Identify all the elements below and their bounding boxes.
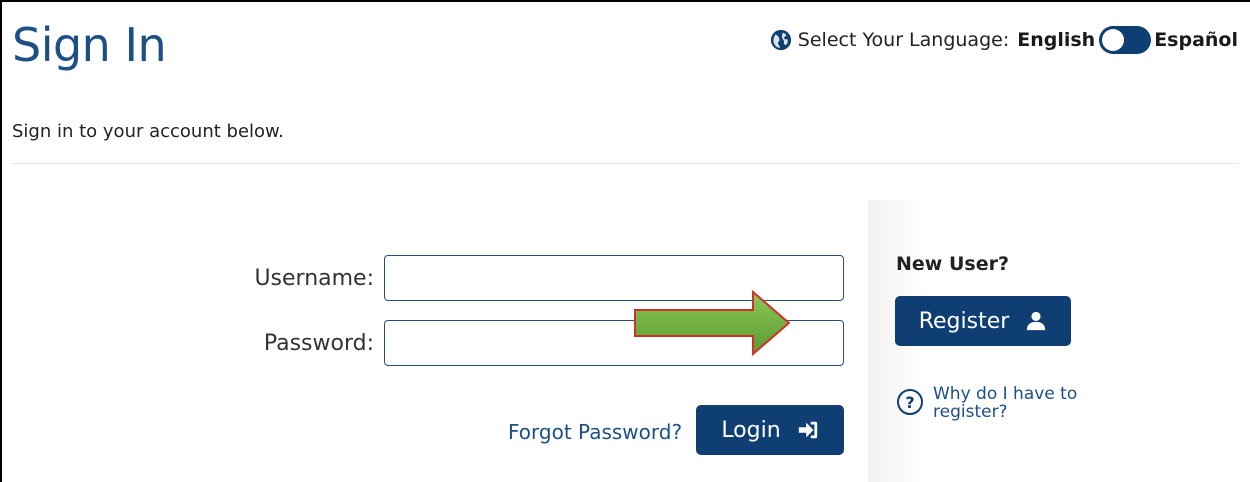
register-button[interactable]: Register: [895, 296, 1071, 346]
language-option-english[interactable]: English: [1017, 29, 1095, 51]
login-button[interactable]: Login: [696, 405, 844, 455]
toggle-knob: [1102, 29, 1125, 51]
annotation-arrow-icon: [634, 290, 791, 356]
username-label: Username:: [254, 266, 374, 291]
login-button-label: Login: [721, 417, 781, 443]
why-register-help[interactable]: ? Why do I have to register?: [897, 385, 1093, 421]
question-circle-icon: ?: [897, 389, 923, 415]
language-toggle[interactable]: [1099, 26, 1152, 54]
register-button-label: Register: [918, 308, 1010, 334]
page-subtitle: Sign in to your account below.: [12, 121, 284, 142]
language-selector: Select Your Language: English Español: [770, 26, 1238, 54]
why-register-link[interactable]: Why do I have to register?: [933, 385, 1093, 421]
header-divider: [12, 163, 1238, 164]
sign-in-icon: [798, 421, 817, 439]
globe-icon: [770, 29, 791, 51]
language-label: Select Your Language:: [797, 29, 1010, 51]
user-icon: [1027, 311, 1046, 331]
password-label: Password:: [263, 331, 374, 356]
new-user-heading: New User?: [896, 253, 1009, 275]
page-title: Sign In: [12, 18, 167, 72]
language-option-espanol[interactable]: Español: [1154, 29, 1238, 51]
forgot-password-link[interactable]: Forgot Password?: [508, 420, 682, 444]
